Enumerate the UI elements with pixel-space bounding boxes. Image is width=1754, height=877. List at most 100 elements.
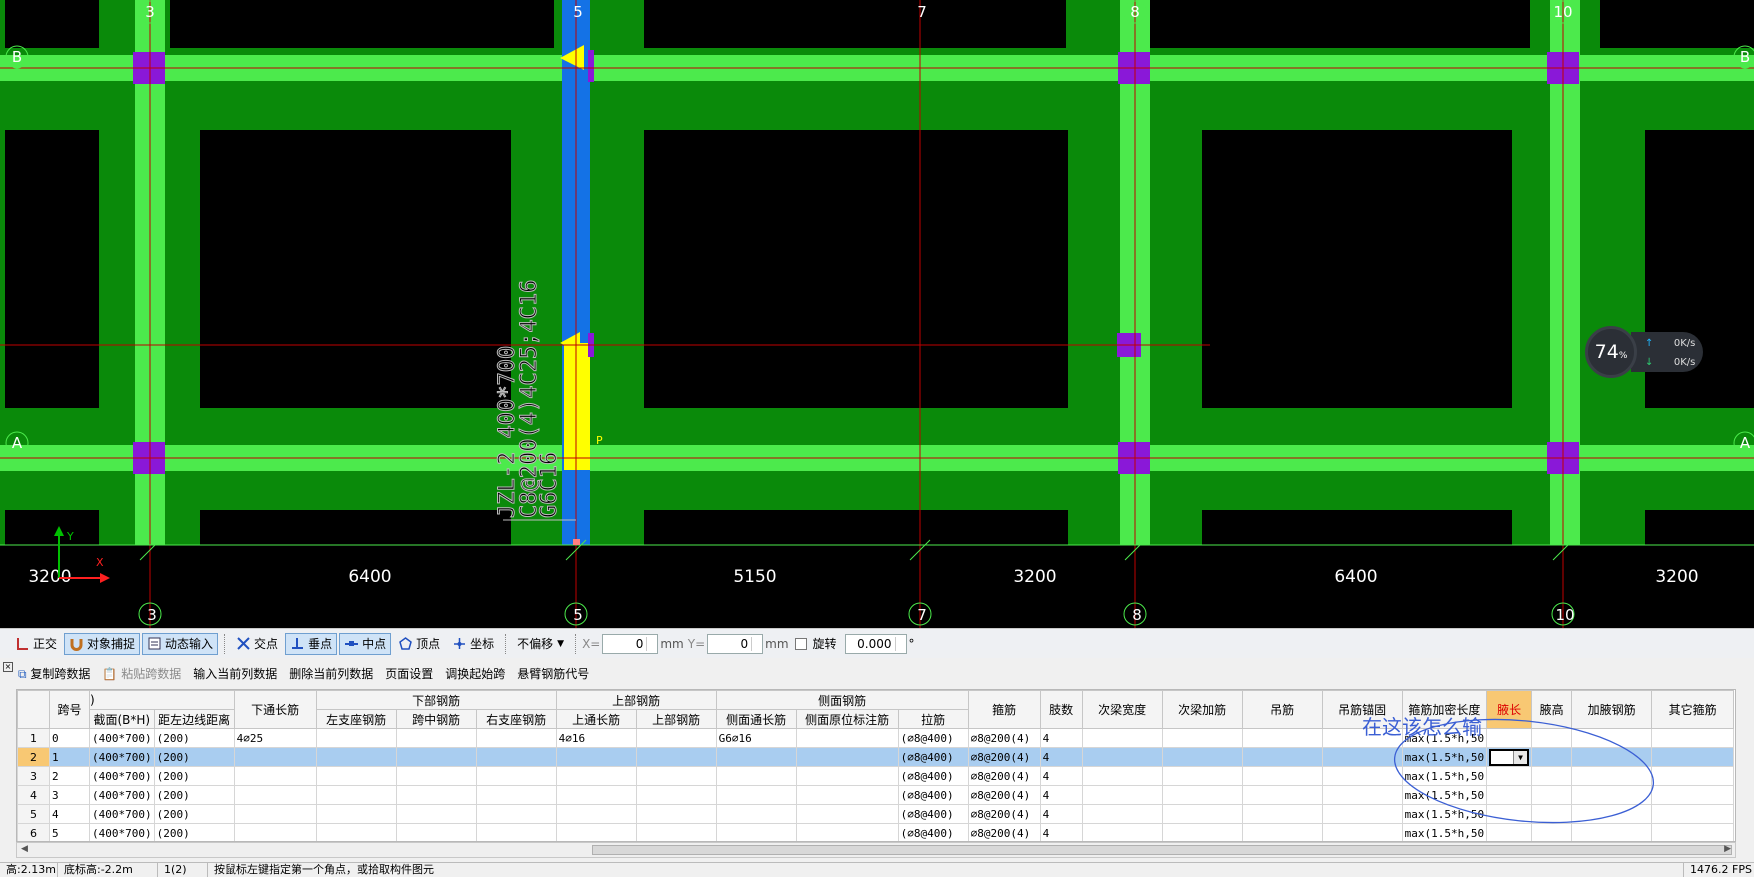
row-number[interactable]: 5 [17, 804, 50, 824]
table-cell[interactable] [555, 747, 637, 767]
table-cell[interactable] [635, 728, 717, 748]
grip-point[interactable] [573, 539, 580, 545]
row-number[interactable]: 6 [17, 823, 50, 841]
perpendicular-button[interactable]: 垂点 [285, 632, 338, 655]
table-cell[interactable] [555, 804, 637, 824]
header-section[interactable]: 截面(B*H) [89, 709, 155, 729]
table-cell[interactable] [1241, 804, 1323, 824]
table-cell[interactable] [555, 785, 637, 805]
table-cell[interactable] [795, 747, 899, 767]
table-cell[interactable] [1161, 747, 1243, 767]
table-cell[interactable]: G6⌀16 [715, 728, 797, 748]
table-cell[interactable]: (400*700) [89, 785, 155, 805]
table-cell[interactable] [1081, 823, 1163, 841]
intersection-button[interactable]: 交点 [231, 633, 283, 655]
table-cell[interactable] [315, 823, 397, 841]
table-cell[interactable]: (⌀8@400) [897, 766, 969, 786]
header-sec-beam-add[interactable]: 次梁加筋 [1161, 690, 1243, 729]
table-cell[interactable] [475, 823, 557, 841]
page-setup-button[interactable]: 页面设置 [385, 665, 433, 682]
table-cell[interactable]: (200) [153, 747, 235, 767]
table-cell[interactable] [475, 766, 557, 786]
table-cell[interactable]: (400*700) [89, 747, 155, 767]
table-cell[interactable] [715, 747, 797, 767]
paste-span-button[interactable]: 📋 粘贴跨数据 [102, 665, 181, 682]
table-cell[interactable]: (400*700) [89, 823, 155, 841]
horizontal-scrollbar[interactable]: ◀ ▶ [16, 842, 1736, 858]
highlighted-span[interactable] [564, 343, 590, 470]
table-cell[interactable] [475, 804, 557, 824]
table-cell[interactable] [395, 804, 477, 824]
header-side-through[interactable]: 侧面通长筋 [715, 709, 797, 729]
table-cell[interactable] [395, 747, 477, 767]
table-cell[interactable]: (400*700) [89, 804, 155, 824]
table-cell[interactable] [635, 747, 717, 767]
table-cell[interactable] [1651, 785, 1735, 805]
table-cell[interactable]: 4 [1039, 747, 1083, 767]
table-cell[interactable]: 4⌀16 [555, 728, 637, 748]
header-left-support[interactable]: 左支座钢筋 [315, 709, 397, 729]
table-cell[interactable]: ⌀8@200(4) [967, 804, 1041, 824]
table-cell[interactable]: 2 [49, 766, 90, 786]
x-input[interactable]: 0 [602, 633, 659, 654]
table-cell[interactable] [1081, 804, 1163, 824]
header-legs[interactable]: 肢数 [1039, 690, 1083, 729]
header-top-part[interactable]: 上部钢筋 [635, 709, 717, 729]
table-cell[interactable] [715, 766, 797, 786]
table-cell[interactable] [635, 766, 717, 786]
table-cell[interactable] [1081, 728, 1163, 748]
table-cell[interactable]: (⌀8@400) [897, 804, 969, 824]
table-cell[interactable] [475, 747, 557, 767]
midpoint-button[interactable]: 中点 [339, 632, 392, 655]
header-side-origin[interactable]: 侧面原位标注筋 [795, 709, 899, 729]
ortho-button[interactable]: 正交 [10, 633, 62, 655]
table-cell[interactable] [1531, 823, 1573, 841]
header-stirrup[interactable]: 箍筋 [967, 690, 1041, 729]
table-cell[interactable] [555, 766, 637, 786]
table-cell[interactable] [1241, 728, 1323, 748]
header-left-edge[interactable]: 距左边线距离 [153, 709, 235, 729]
table-cell[interactable] [635, 804, 717, 824]
header-other-stirrup[interactable]: 其它箍筋 [1651, 690, 1735, 729]
table-cell[interactable] [475, 785, 557, 805]
table-cell[interactable] [233, 747, 317, 767]
table-cell[interactable] [795, 804, 899, 824]
table-cell[interactable] [315, 804, 397, 824]
table-cell[interactable]: (⌀8@400) [897, 823, 969, 841]
table-cell[interactable] [395, 728, 477, 748]
table-cell[interactable]: ⌀8@200(4) [967, 728, 1041, 748]
row-number[interactable]: 4 [17, 785, 50, 805]
table-cell[interactable] [795, 766, 899, 786]
table-cell[interactable]: (400*700) [89, 766, 155, 786]
table-cell[interactable] [1161, 766, 1243, 786]
table-cell[interactable]: 4 [49, 804, 90, 824]
table-cell[interactable]: (⌀8@400) [897, 747, 969, 767]
table-cell[interactable] [555, 823, 637, 841]
table-cell[interactable]: (200) [153, 804, 235, 824]
table-cell[interactable] [1651, 823, 1735, 841]
dynamic-input-button[interactable]: 动态输入 [142, 632, 219, 655]
table-cell[interactable] [233, 804, 317, 824]
table-cell[interactable] [1651, 766, 1735, 786]
table-cell[interactable]: (200) [153, 728, 235, 748]
table-cell[interactable] [1161, 823, 1243, 841]
table-cell[interactable] [635, 823, 717, 841]
table-cell[interactable] [1651, 747, 1735, 767]
table-cell[interactable] [1241, 747, 1323, 767]
table-cell[interactable] [233, 823, 317, 841]
table-cell[interactable]: 0 [49, 728, 90, 748]
table-cell[interactable]: ⌀8@200(4) [967, 766, 1041, 786]
table-cell[interactable]: 4 [1039, 823, 1083, 841]
table-cell[interactable] [1081, 747, 1163, 767]
table-cell[interactable]: 4⌀25 [233, 728, 317, 748]
table-cell[interactable]: 1 [49, 747, 90, 767]
offset-mode-select[interactable]: 不偏移 ▼ [512, 633, 569, 655]
table-cell[interactable]: 4 [1039, 766, 1083, 786]
header-span-no[interactable]: 跨号 [49, 690, 90, 729]
table-cell[interactable]: (200) [153, 823, 235, 841]
table-cell[interactable]: max(1.5*h,50 [1401, 823, 1488, 841]
table-cell[interactable]: (⌀8@400) [897, 728, 969, 748]
delete-column-button[interactable]: 删除当前列数据 [289, 665, 373, 682]
table-cell[interactable]: 4 [1039, 804, 1083, 824]
table-cell[interactable]: (200) [153, 766, 235, 786]
